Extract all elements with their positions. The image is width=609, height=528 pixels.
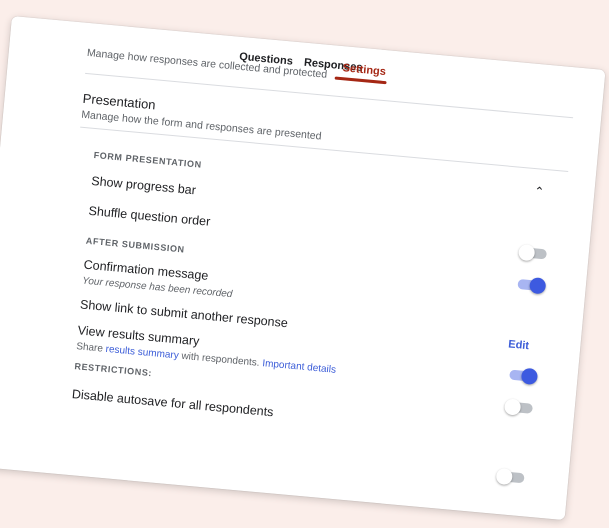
disable-autosave-label: Disable autosave for all respondents (71, 387, 275, 420)
desc-prefix: Share (75, 341, 104, 355)
toggle-knob (495, 467, 513, 486)
desc-middle: with respondents. (180, 350, 261, 369)
important-details-link[interactable]: Important details (262, 358, 337, 376)
tab-settings[interactable]: Settings (342, 62, 386, 78)
toggle-knob (517, 243, 536, 262)
disable-autosave-toggle[interactable] (495, 467, 527, 487)
toggle-knob (503, 398, 522, 416)
toggle-knob (520, 367, 539, 386)
restrictions-heading: RESTRICTIONS: (74, 361, 153, 379)
active-tab-indicator (334, 76, 387, 85)
view-results-summary-toggle[interactable] (503, 398, 535, 417)
chevron-up-icon[interactable]: ⌃ (534, 184, 545, 199)
edit-confirmation-button[interactable]: Edit (508, 338, 530, 352)
toggle-knob (529, 277, 547, 295)
confirmation-message-value: Your response has been recorded (81, 275, 233, 301)
show-link-toggle[interactable] (507, 366, 539, 386)
shuffle-question-order-label: Shuffle question order (88, 203, 211, 229)
form-presentation-heading: FORM PRESENTATION (93, 150, 203, 170)
divider (85, 72, 574, 119)
show-progress-bar-toggle[interactable] (517, 243, 549, 263)
results-summary-link[interactable]: results summary (105, 344, 179, 362)
after-submission-heading: AFTER SUBMISSION (85, 235, 186, 255)
show-progress-bar-label: Show progress bar (90, 173, 197, 198)
settings-panel: Questions Responses Settings Manage how … (0, 16, 606, 521)
form-tabs: Questions Responses Settings (12, 16, 606, 85)
shuffle-question-order-toggle[interactable] (515, 276, 547, 295)
